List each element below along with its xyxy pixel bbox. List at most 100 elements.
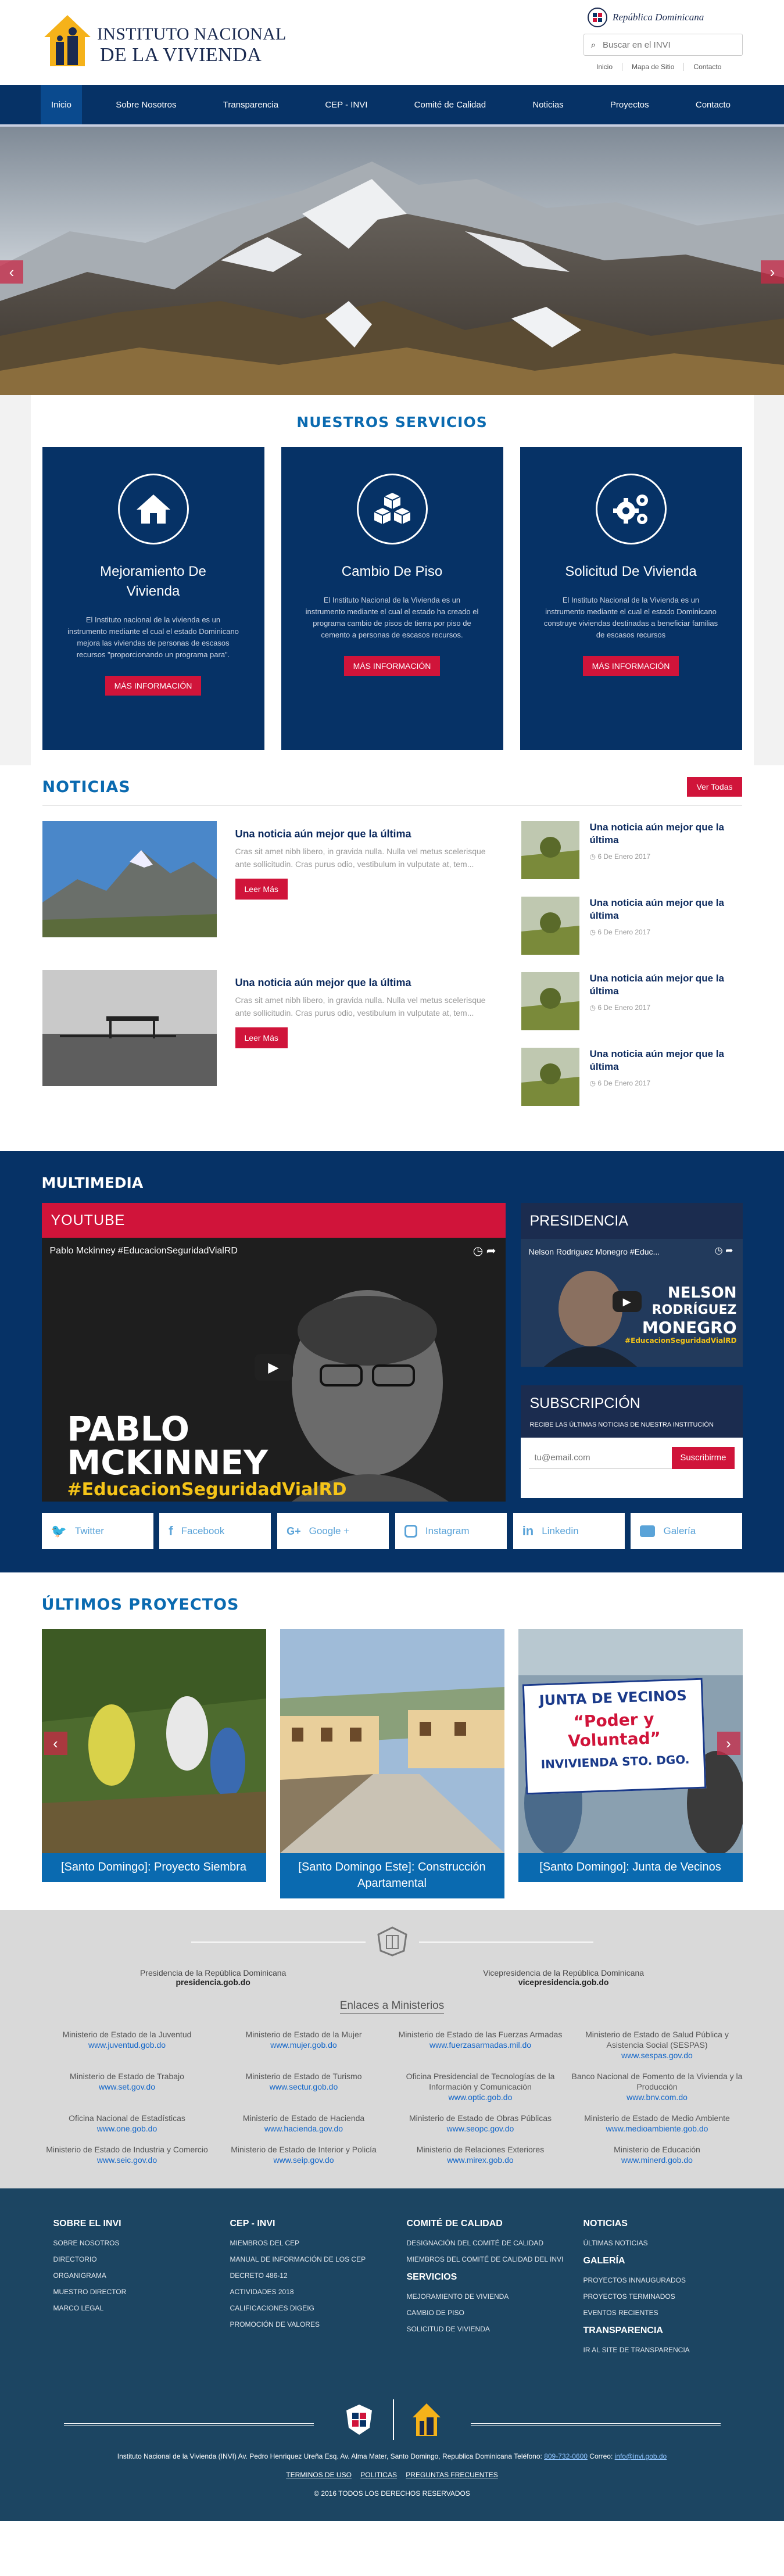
social-instagram[interactable]: Instagram <box>395 1513 507 1549</box>
nav-proyectos[interactable]: Proyectos <box>597 85 662 124</box>
nav-contacto[interactable]: Contacto <box>683 85 743 124</box>
share-icon[interactable]: ◷ ➦ <box>473 1244 496 1258</box>
nav-comite-calidad[interactable]: Comité de Calidad <box>402 85 499 124</box>
play-button[interactable]: ▶ <box>254 1354 293 1381</box>
nav-cep-invi[interactable]: CEP - INVI <box>312 85 380 124</box>
hero-prev-arrow[interactable]: ‹ <box>0 260 23 284</box>
ministry-link[interactable]: Ministerio de Estado de Medio Ambiente ww… <box>572 2113 743 2134</box>
social-linkedin[interactable]: in Linkedin <box>513 1513 625 1549</box>
footer-link[interactable]: ÚLTIMAS NOTICIAS <box>583 2235 743 2251</box>
footer-link[interactable]: PROYECTOS INNAUGURADOS <box>583 2272 743 2288</box>
youtube-video[interactable]: Pablo Mckinney #EducacionSeguridadVialRD… <box>41 1238 506 1502</box>
faq-link[interactable]: PREGUNTAS FRECUENTES <box>406 2471 497 2479</box>
ministry-link[interactable]: Ministerio de Estado de Hacienda www.haci… <box>219 2113 389 2134</box>
news-item-title[interactable]: Una noticia aún mejor que la última <box>235 828 503 840</box>
ministry-link[interactable]: Ministerio de Estado de Salud Pública y … <box>572 2029 743 2061</box>
read-more-button[interactable]: Leer Más <box>235 879 288 900</box>
project-card[interactable]: JUNTA DE VECINOS “Poder y Voluntad” INVI… <box>518 1629 743 1898</box>
footer-link[interactable]: MEJORAMIENTO DE VIVIENDA <box>407 2288 566 2305</box>
news-item-title[interactable]: Una noticia aún mejor que la última <box>235 977 503 989</box>
republica-dominicana-badge[interactable]: República Dominicana <box>587 6 704 29</box>
email-input[interactable] <box>528 1447 672 1469</box>
presidencia-link[interactable]: Presidencia de la República Dominicana pr… <box>140 1968 286 1987</box>
news-side-title[interactable]: Una noticia aún mejor que la última <box>590 821 742 847</box>
ministry-link[interactable]: Ministerio de Estado de Trabajo www.set.g… <box>42 2071 213 2102</box>
invi-logo[interactable]: INSTITUTO NACIONAL DE LA VIVIENDA <box>42 13 286 69</box>
service-more-button[interactable]: MÁS INFORMACIÓN <box>582 656 679 676</box>
footer-link[interactable]: DECRETO 486-12 <box>230 2267 389 2284</box>
hero-next-arrow[interactable]: › <box>761 260 784 284</box>
footer-link[interactable]: MIEMBROS DEL CEP <box>230 2235 389 2251</box>
footer-link[interactable]: PROMOCIÓN DE VALORES <box>230 2316 389 2333</box>
top-link-mapa[interactable]: Mapa de Sitio <box>622 63 685 71</box>
news-side-title[interactable]: Una noticia aún mejor que la última <box>590 972 742 998</box>
ministry-link[interactable]: Oficina Presidencial de Tecnologías de l… <box>395 2071 566 2102</box>
ministry-link[interactable]: Ministerio de Estado de Obras Públicas ww… <box>395 2113 566 2134</box>
service-more-button[interactable]: MÁS INFORMACIÓN <box>343 656 441 676</box>
footer-link[interactable]: ORGANIGRAMA <box>53 2267 213 2284</box>
news-side-date: ◷ 6 De Enero 2017 <box>589 1004 651 1012</box>
footer-link[interactable]: DIRECTORIO <box>53 2251 213 2267</box>
footer-link[interactable]: CALIFICACIONES DIGEIG <box>230 2300 389 2316</box>
presidencia-video[interactable]: Nelson Rodriguez Monegro #Educ... ◷ ➦ ▶ … <box>520 1239 743 1367</box>
service-more-button[interactable]: MÁS INFORMACIÓN <box>105 676 202 696</box>
social-galeria[interactable]: Galería <box>631 1513 743 1549</box>
ministry-link[interactable]: Ministerio de Estado de Turismo www.sectu… <box>219 2071 389 2102</box>
news-thumb[interactable] <box>521 897 579 955</box>
footer-link[interactable]: PROYECTOS TERMINADOS <box>583 2288 743 2305</box>
footer-link[interactable]: CAMBIO DE PISO <box>407 2305 566 2321</box>
footer-link[interactable]: SOLICITUD DE VIVIENDA <box>407 2321 566 2337</box>
ministry-link[interactable]: Ministerio de Relaciones Exteriores www.m… <box>395 2144 566 2165</box>
ministry-link[interactable]: Ministerio de Educación www.minerd.gob.do <box>572 2144 743 2165</box>
footer-link[interactable]: MIEMBROS DEL COMITÉ DE CALIDAD DEL INVI <box>407 2251 566 2267</box>
policies-link[interactable]: POLITICAS <box>360 2471 397 2479</box>
news-thumb[interactable] <box>521 1048 579 1106</box>
footer-link[interactable]: EVENTOS RECIENTES <box>583 2305 743 2321</box>
social-google-plus[interactable]: G+ Google + <box>277 1513 389 1549</box>
nav-transparencia[interactable]: Transparencia <box>210 85 291 124</box>
footer-link[interactable]: MANUAL DE INFORMACIÓN DE LOS CEP <box>230 2251 389 2267</box>
projects-next-arrow[interactable]: › <box>717 1732 740 1755</box>
footer-link[interactable]: ACTIVIDADES 2018 <box>230 2284 389 2300</box>
nav-sobre-nosotros[interactable]: Sobre Nosotros <box>103 85 189 124</box>
ministry-link[interactable]: Ministerio de Estado de Industria y Come… <box>42 2144 213 2165</box>
phone-link[interactable]: 809-732-0600 <box>544 2452 588 2460</box>
news-image-mountain[interactable] <box>42 821 217 937</box>
ministry-link[interactable]: Ministerio de Estado de la Mujer www.muje… <box>219 2029 389 2061</box>
top-link-contacto[interactable]: Contacto <box>684 63 731 71</box>
ministry-link[interactable]: Oficina Nacional de Estadísticas www.one.… <box>42 2113 213 2134</box>
news-thumb[interactable] <box>521 972 579 1030</box>
social-twitter[interactable]: 🐦 Twitter <box>41 1513 153 1549</box>
footer-link[interactable]: IR AL SITE DE TRANSPARENCIA <box>583 2342 743 2358</box>
projects-prev-arrow[interactable]: ‹ <box>44 1732 67 1755</box>
news-side-item: Una noticia aún mejor que la última ◷ 6 … <box>521 821 742 879</box>
search-box[interactable]: ⌕ <box>583 34 743 56</box>
share-icon[interactable]: ◷ ➦ <box>715 1245 733 1256</box>
social-facebook[interactable]: f Facebook <box>159 1513 271 1549</box>
terms-link[interactable]: TERMINOS DE USO <box>286 2471 352 2479</box>
news-side-title[interactable]: Una noticia aún mejor que la última <box>590 1048 742 1073</box>
copyright: © 2016 TODOS LOS DERECHOS RESERVADOS <box>314 2489 470 2498</box>
nav-inicio[interactable]: Inicio <box>41 85 83 124</box>
project-card[interactable]: [Santo Domingo]: Proyecto Siembra <box>41 1629 266 1898</box>
footer-link[interactable]: MUESTRO DIRECTOR <box>53 2284 213 2300</box>
ministry-link[interactable]: Ministerio de Estado de la Juventud www.j… <box>42 2029 213 2061</box>
ministry-link[interactable]: Ministerio de Estado de las Fuerzas Arma… <box>395 2029 566 2061</box>
ministry-link[interactable]: Banco Nacional de Fomento de la Vivienda… <box>572 2071 743 2102</box>
ministry-link[interactable]: Ministerio de Estado de Interior y Polic… <box>219 2144 389 2165</box>
news-image-pier[interactable] <box>42 970 217 1086</box>
news-thumb[interactable] <box>521 821 579 879</box>
top-link-inicio[interactable]: Inicio <box>587 63 623 71</box>
search-input[interactable] <box>603 40 736 50</box>
vicepresidencia-link[interactable]: Vicepresidencia de la República Dominica… <box>483 1968 644 1987</box>
view-all-button[interactable]: Ver Todas <box>687 777 742 797</box>
footer-link[interactable]: DESIGNACIÓN DEL COMITÉ DE CALIDAD <box>407 2235 566 2251</box>
footer-link[interactable]: MARCO LEGAL <box>53 2300 213 2316</box>
news-side-title[interactable]: Una noticia aún mejor que la última <box>590 897 742 922</box>
project-card[interactable]: [Santo Domingo Este]: Construcción Apart… <box>280 1629 504 1898</box>
subscribe-button[interactable]: Suscribirme <box>672 1447 735 1469</box>
nav-noticias[interactable]: Noticias <box>520 85 576 124</box>
footer-link[interactable]: SOBRE NOSOTROS <box>53 2235 213 2251</box>
email-link[interactable]: info@invi.gob.do <box>615 2452 667 2460</box>
read-more-button[interactable]: Leer Más <box>235 1027 288 1048</box>
